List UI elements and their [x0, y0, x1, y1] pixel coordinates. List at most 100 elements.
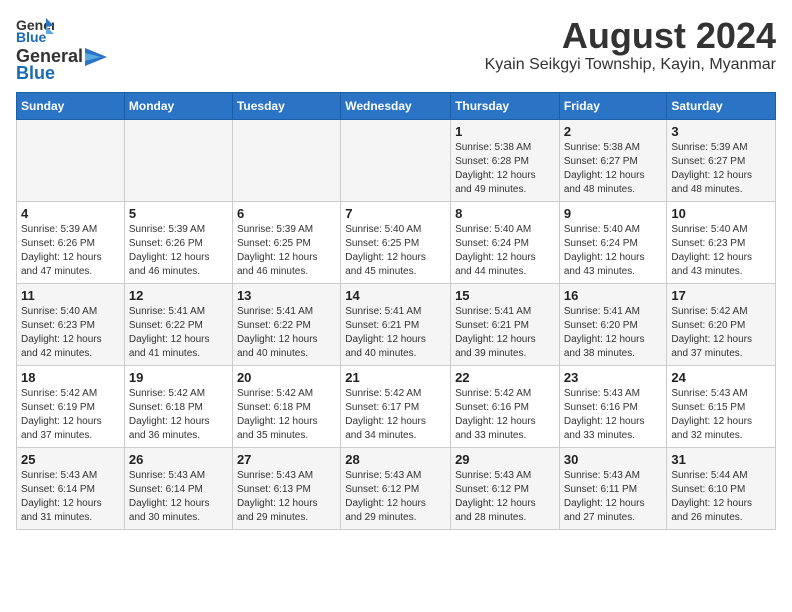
calendar-week-row: 1 Sunrise: 5:38 AM Sunset: 6:28 PM Daylig…	[17, 120, 776, 202]
calendar-day-cell: 12 Sunrise: 5:41 AM Sunset: 6:22 PM Dayli…	[124, 284, 232, 366]
calendar-day-cell	[341, 120, 451, 202]
calendar-week-row: 18Sunrise: 5:42 AM Sunset: 6:19 PM Dayli…	[17, 366, 776, 448]
day-info: Sunrise: 5:39 AM Sunset: 6:25 PM Dayligh…	[237, 223, 336, 279]
calendar-day-cell: 9 Sunrise: 5:40 AM Sunset: 6:24 PM Daylig…	[559, 202, 667, 284]
day-info: Sunrise: 5:43 AM Sunset: 6:15 PM Dayligh…	[671, 387, 771, 443]
svg-text:Blue: Blue	[16, 29, 47, 44]
day-number: 21	[345, 370, 446, 385]
day-number: 13	[237, 288, 336, 303]
day-number: 22	[455, 370, 555, 385]
title-area: August 2024 Kyain Seikgyi Township, Kayi…	[485, 16, 776, 74]
day-number: 29	[455, 452, 555, 467]
day-number: 4	[21, 206, 120, 221]
logo-icon: General Blue	[16, 16, 54, 44]
calendar-week-row: 25 Sunrise: 5:43 AM Sunset: 6:14 PM Dayli…	[17, 448, 776, 530]
day-info: Sunrise: 5:38 AM Sunset: 6:28 PM Dayligh…	[455, 141, 555, 197]
day-number: 15	[455, 288, 555, 303]
logo-blue-text: Blue	[16, 63, 55, 84]
calendar-day-cell: 3Sunrise: 5:39 AM Sunset: 6:27 PM Daylig…	[667, 120, 776, 202]
calendar-day-cell: 5 Sunrise: 5:39 AM Sunset: 6:26 PM Daylig…	[124, 202, 232, 284]
day-info: Sunrise: 5:42 AM Sunset: 6:20 PM Dayligh…	[671, 305, 771, 361]
calendar-day-cell: 18Sunrise: 5:42 AM Sunset: 6:19 PM Dayli…	[17, 366, 125, 448]
calendar-header-cell: Saturday	[667, 93, 776, 120]
day-info: Sunrise: 5:40 AM Sunset: 6:24 PM Dayligh…	[455, 223, 555, 279]
calendar-day-cell: 24Sunrise: 5:43 AM Sunset: 6:15 PM Dayli…	[667, 366, 776, 448]
day-number: 31	[671, 452, 771, 467]
day-number: 2	[564, 124, 663, 139]
calendar-week-row: 11 Sunrise: 5:40 AM Sunset: 6:23 PM Dayli…	[17, 284, 776, 366]
calendar-header-row: SundayMondayTuesdayWednesdayThursdayFrid…	[17, 93, 776, 120]
calendar-day-cell: 25 Sunrise: 5:43 AM Sunset: 6:14 PM Dayli…	[17, 448, 125, 530]
day-number: 25	[21, 452, 120, 467]
calendar-day-cell: 1 Sunrise: 5:38 AM Sunset: 6:28 PM Daylig…	[451, 120, 560, 202]
calendar-day-cell: 20Sunrise: 5:42 AM Sunset: 6:18 PM Dayli…	[232, 366, 340, 448]
calendar-day-cell: 13Sunrise: 5:41 AM Sunset: 6:22 PM Dayli…	[232, 284, 340, 366]
logo: General Blue General Blue	[16, 16, 107, 84]
calendar-day-cell: 11 Sunrise: 5:40 AM Sunset: 6:23 PM Dayli…	[17, 284, 125, 366]
day-info: Sunrise: 5:39 AM Sunset: 6:26 PM Dayligh…	[21, 223, 120, 279]
day-info: Sunrise: 5:42 AM Sunset: 6:16 PM Dayligh…	[455, 387, 555, 443]
logo-triangle-icon	[85, 48, 107, 66]
calendar-day-cell: 10 Sunrise: 5:40 AM Sunset: 6:23 PM Dayli…	[667, 202, 776, 284]
day-info: Sunrise: 5:42 AM Sunset: 6:19 PM Dayligh…	[21, 387, 120, 443]
day-number: 27	[237, 452, 336, 467]
calendar-day-cell: 17Sunrise: 5:42 AM Sunset: 6:20 PM Dayli…	[667, 284, 776, 366]
calendar-day-cell: 21Sunrise: 5:42 AM Sunset: 6:17 PM Dayli…	[341, 366, 451, 448]
day-number: 6	[237, 206, 336, 221]
day-number: 9	[564, 206, 663, 221]
calendar-day-cell: 28 Sunrise: 5:43 AM Sunset: 6:12 PM Dayli…	[341, 448, 451, 530]
calendar-day-cell: 29 Sunrise: 5:43 AM Sunset: 6:12 PM Dayli…	[451, 448, 560, 530]
day-info: Sunrise: 5:41 AM Sunset: 6:22 PM Dayligh…	[129, 305, 228, 361]
calendar-day-cell: 2Sunrise: 5:38 AM Sunset: 6:27 PM Daylig…	[559, 120, 667, 202]
day-info: Sunrise: 5:39 AM Sunset: 6:26 PM Dayligh…	[129, 223, 228, 279]
calendar-header-cell: Monday	[124, 93, 232, 120]
calendar-header-cell: Thursday	[451, 93, 560, 120]
location-title: Kyain Seikgyi Township, Kayin, Myanmar	[485, 56, 776, 74]
day-info: Sunrise: 5:41 AM Sunset: 6:21 PM Dayligh…	[345, 305, 446, 361]
calendar-header-cell: Tuesday	[232, 93, 340, 120]
calendar-day-cell: 23Sunrise: 5:43 AM Sunset: 6:16 PM Dayli…	[559, 366, 667, 448]
day-number: 8	[455, 206, 555, 221]
calendar-day-cell: 4 Sunrise: 5:39 AM Sunset: 6:26 PM Daylig…	[17, 202, 125, 284]
calendar-day-cell	[232, 120, 340, 202]
calendar-header-cell: Friday	[559, 93, 667, 120]
calendar-day-cell: 8 Sunrise: 5:40 AM Sunset: 6:24 PM Daylig…	[451, 202, 560, 284]
day-number: 28	[345, 452, 446, 467]
day-number: 19	[129, 370, 228, 385]
calendar-day-cell: 30 Sunrise: 5:43 AM Sunset: 6:11 PM Dayli…	[559, 448, 667, 530]
day-number: 1	[455, 124, 555, 139]
day-number: 5	[129, 206, 228, 221]
day-number: 14	[345, 288, 446, 303]
calendar-day-cell: 7Sunrise: 5:40 AM Sunset: 6:25 PM Daylig…	[341, 202, 451, 284]
day-number: 11	[21, 288, 120, 303]
day-info: Sunrise: 5:43 AM Sunset: 6:11 PM Dayligh…	[564, 469, 663, 525]
day-number: 10	[671, 206, 771, 221]
day-info: Sunrise: 5:43 AM Sunset: 6:12 PM Dayligh…	[345, 469, 446, 525]
calendar-day-cell: 22 Sunrise: 5:42 AM Sunset: 6:16 PM Dayli…	[451, 366, 560, 448]
day-info: Sunrise: 5:41 AM Sunset: 6:21 PM Dayligh…	[455, 305, 555, 361]
calendar-day-cell: 31 Sunrise: 5:44 AM Sunset: 6:10 PM Dayli…	[667, 448, 776, 530]
calendar-table: SundayMondayTuesdayWednesdayThursdayFrid…	[16, 92, 776, 530]
calendar-day-cell: 15 Sunrise: 5:41 AM Sunset: 6:21 PM Dayli…	[451, 284, 560, 366]
calendar-day-cell: 6 Sunrise: 5:39 AM Sunset: 6:25 PM Daylig…	[232, 202, 340, 284]
calendar-day-cell: 14 Sunrise: 5:41 AM Sunset: 6:21 PM Dayli…	[341, 284, 451, 366]
day-info: Sunrise: 5:40 AM Sunset: 6:23 PM Dayligh…	[671, 223, 771, 279]
day-info: Sunrise: 5:40 AM Sunset: 6:23 PM Dayligh…	[21, 305, 120, 361]
day-info: Sunrise: 5:44 AM Sunset: 6:10 PM Dayligh…	[671, 469, 771, 525]
day-number: 30	[564, 452, 663, 467]
calendar-week-row: 4 Sunrise: 5:39 AM Sunset: 6:26 PM Daylig…	[17, 202, 776, 284]
calendar-day-cell: 27Sunrise: 5:43 AM Sunset: 6:13 PM Dayli…	[232, 448, 340, 530]
day-number: 3	[671, 124, 771, 139]
day-info: Sunrise: 5:43 AM Sunset: 6:12 PM Dayligh…	[455, 469, 555, 525]
calendar-day-cell: 26Sunrise: 5:43 AM Sunset: 6:14 PM Dayli…	[124, 448, 232, 530]
day-info: Sunrise: 5:40 AM Sunset: 6:24 PM Dayligh…	[564, 223, 663, 279]
calendar-header-cell: Wednesday	[341, 93, 451, 120]
day-number: 26	[129, 452, 228, 467]
day-number: 20	[237, 370, 336, 385]
calendar-day-cell	[17, 120, 125, 202]
month-title: August 2024	[485, 16, 776, 56]
day-info: Sunrise: 5:43 AM Sunset: 6:16 PM Dayligh…	[564, 387, 663, 443]
day-info: Sunrise: 5:40 AM Sunset: 6:25 PM Dayligh…	[345, 223, 446, 279]
day-info: Sunrise: 5:43 AM Sunset: 6:14 PM Dayligh…	[21, 469, 120, 525]
day-number: 12	[129, 288, 228, 303]
